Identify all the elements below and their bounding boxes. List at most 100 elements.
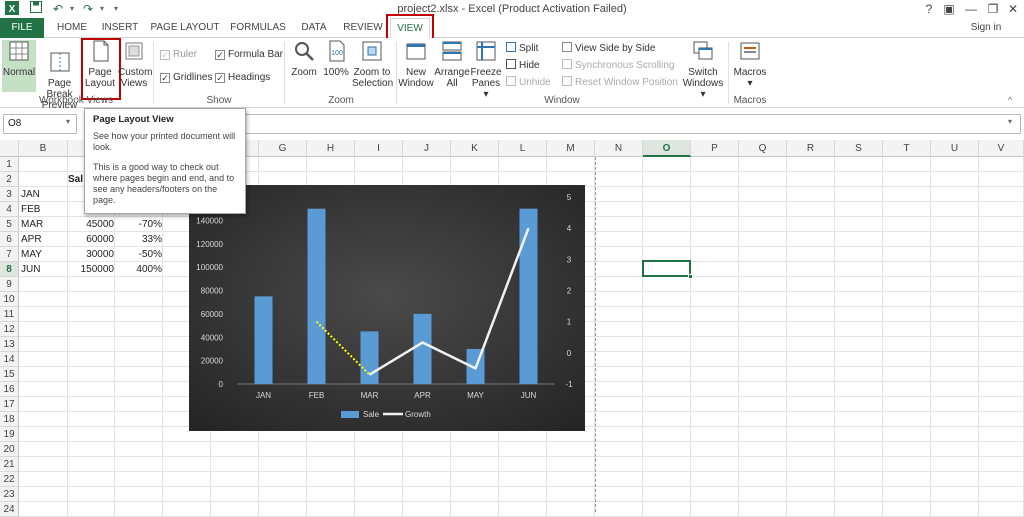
column-header-k[interactable]: K — [451, 140, 499, 157]
column-header-r[interactable]: R — [787, 140, 835, 157]
row-header-20[interactable]: 20 — [0, 442, 19, 457]
split-button[interactable]: Split — [506, 42, 538, 55]
column-header-i[interactable]: I — [355, 140, 403, 157]
new-window-button[interactable]: New Window — [398, 40, 434, 92]
cell-growth[interactable]: 33% — [116, 232, 162, 247]
arrange-all-button[interactable]: Arrange All — [434, 40, 470, 92]
column-header-g[interactable]: G — [259, 140, 307, 157]
view-side-by-side-button[interactable]: View Side by Side — [562, 42, 655, 55]
column-header-j[interactable]: J — [403, 140, 451, 157]
tab-file[interactable]: FILE — [0, 18, 44, 38]
column-header-n[interactable]: N — [595, 140, 643, 157]
ruler-checkbox[interactable]: ✓ Ruler — [160, 48, 197, 61]
minimize-icon[interactable]: — — [960, 0, 982, 18]
row-header-18[interactable]: 18 — [0, 412, 19, 427]
row-header-7[interactable]: 7 — [0, 247, 19, 262]
synchronous-scrolling-button[interactable]: Synchronous Scrolling — [562, 59, 675, 72]
cell-month[interactable]: JUN — [21, 262, 40, 277]
row-header-13[interactable]: 13 — [0, 337, 19, 352]
name-box-dropdown-icon[interactable]: ▾ — [66, 117, 70, 126]
normal-view-button[interactable]: Normal — [2, 40, 36, 92]
column-header-p[interactable]: P — [691, 140, 739, 157]
column-header-l[interactable]: L — [499, 140, 547, 157]
tab-formulas[interactable]: FORMULAS — [228, 18, 288, 38]
cell-month[interactable]: MAY — [21, 247, 42, 262]
select-all-corner[interactable] — [0, 140, 19, 157]
row-header-23[interactable]: 23 — [0, 487, 19, 502]
row-header-6[interactable]: 6 — [0, 232, 19, 247]
gridline — [19, 441, 1024, 442]
help-button[interactable]: ? — [918, 0, 940, 18]
column-header-v[interactable]: V — [979, 140, 1024, 157]
column-header-o[interactable]: O — [643, 140, 691, 157]
arrange-all-label-2: All — [446, 78, 458, 89]
cell-c2[interactable]: Sal — [68, 172, 83, 187]
row-header-14[interactable]: 14 — [0, 352, 19, 367]
column-header-q[interactable]: Q — [739, 140, 787, 157]
custom-views-button[interactable]: Custom Views — [118, 40, 152, 92]
page-break-preview-button[interactable]: Page Break Preview — [37, 40, 82, 111]
row-header-5[interactable]: 5 — [0, 217, 19, 232]
expand-formula-bar-icon[interactable]: ▾ — [1008, 117, 1012, 126]
fill-handle[interactable] — [688, 274, 693, 279]
ribbon-display-icon[interactable]: ▣ — [938, 0, 960, 18]
row-header-24[interactable]: 24 — [0, 502, 19, 517]
formula-input[interactable] — [176, 114, 1021, 134]
unhide-button[interactable]: Unhide — [506, 76, 551, 89]
tab-insert[interactable]: INSERT — [100, 18, 140, 38]
cell-growth[interactable]: 400% — [116, 262, 162, 277]
row-header-17[interactable]: 17 — [0, 397, 19, 412]
tab-home[interactable]: HOME — [52, 18, 92, 38]
cell-sale[interactable]: 60000 — [70, 232, 114, 247]
collapse-ribbon-icon[interactable]: ^ — [1008, 95, 1012, 105]
row-header-8[interactable]: 8 — [0, 262, 19, 277]
tab-data[interactable]: DATA — [296, 18, 332, 38]
tab-review[interactable]: REVIEW — [340, 18, 386, 38]
row-header-19[interactable]: 19 — [0, 427, 19, 442]
cell-growth[interactable]: -70% — [116, 217, 162, 232]
cell-growth[interactable]: -50% — [116, 247, 162, 262]
row-header-21[interactable]: 21 — [0, 457, 19, 472]
formula-bar-checkbox[interactable]: ✓ Formula Bar — [215, 48, 283, 61]
zoom-button[interactable]: Zoom — [288, 40, 320, 92]
row-header-10[interactable]: 10 — [0, 292, 19, 307]
sign-in-link[interactable]: Sign in — [968, 18, 1004, 38]
close-icon[interactable]: ✕ — [1002, 0, 1024, 18]
column-header-s[interactable]: S — [835, 140, 883, 157]
row-header-1[interactable]: 1 — [0, 157, 19, 172]
restore-icon[interactable]: ❐ — [982, 0, 1004, 18]
cell-sale[interactable]: 150000 — [70, 262, 114, 277]
cell-month[interactable]: MAR — [21, 217, 43, 232]
macros-button[interactable]: Macros ▾ — [732, 40, 768, 92]
cell-sale[interactable]: 30000 — [70, 247, 114, 262]
row-header-12[interactable]: 12 — [0, 322, 19, 337]
freeze-panes-button[interactable]: Freeze Panes ▾ — [470, 40, 502, 100]
cell-sale[interactable]: 45000 — [70, 217, 114, 232]
reset-window-position-button[interactable]: Reset Window Position — [562, 76, 678, 89]
row-header-4[interactable]: 4 — [0, 202, 19, 217]
headings-checkbox[interactable]: ✓ Headings — [215, 71, 270, 84]
row-header-2[interactable]: 2 — [0, 172, 19, 187]
column-header-u[interactable]: U — [931, 140, 979, 157]
row-header-22[interactable]: 22 — [0, 472, 19, 487]
column-header-b[interactable]: B — [19, 140, 68, 157]
selected-cell-o8[interactable] — [642, 260, 691, 277]
row-header-9[interactable]: 9 — [0, 277, 19, 292]
cell-month[interactable]: APR — [21, 232, 42, 247]
cell-month[interactable]: FEB — [21, 202, 40, 217]
zoom-to-selection-button[interactable]: Zoom to Selection — [352, 40, 393, 92]
column-header-t[interactable]: T — [883, 140, 931, 157]
tab-page-layout[interactable]: PAGE LAYOUT — [148, 18, 222, 38]
column-header-h[interactable]: H — [307, 140, 355, 157]
cell-month[interactable]: JAN — [21, 187, 40, 202]
row-header-11[interactable]: 11 — [0, 307, 19, 322]
switch-windows-button[interactable]: Switch Windows ▾ — [680, 40, 726, 100]
gridlines-checkbox[interactable]: ✓ Gridlines — [160, 71, 212, 84]
hide-button[interactable]: Hide — [506, 59, 540, 72]
row-header-15[interactable]: 15 — [0, 367, 19, 382]
zoom-100-button[interactable]: 100 100% — [321, 40, 351, 92]
row-header-3[interactable]: 3 — [0, 187, 19, 202]
row-header-16[interactable]: 16 — [0, 382, 19, 397]
combo-chart[interactable]: 0 20000 40000 60000 80000 100000 120000 140000 1… — [189, 185, 585, 431]
column-header-m[interactable]: M — [547, 140, 595, 157]
